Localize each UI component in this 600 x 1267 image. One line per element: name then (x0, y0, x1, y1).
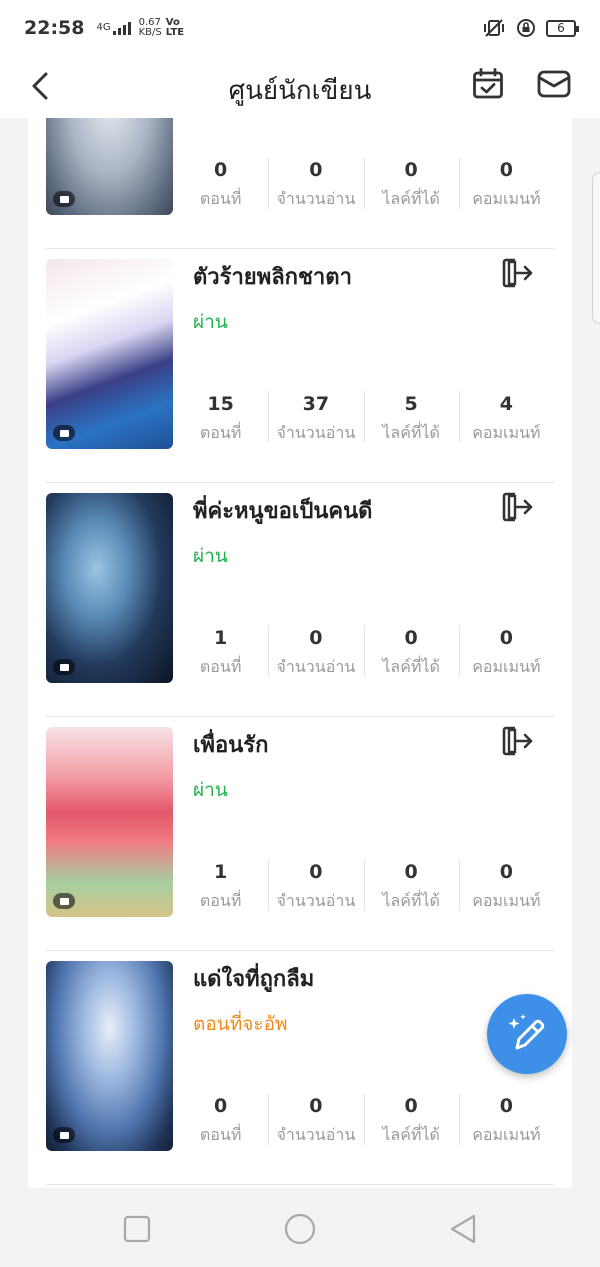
stat-episodes: 0 ตอนที่ (199, 159, 242, 208)
calendar-button[interactable] (470, 66, 506, 102)
rotation-lock-icon (517, 19, 535, 37)
stat-reads: 0 จำนวนอ่าน (268, 857, 363, 917)
app-header: ศูนย์นักเขียน (0, 56, 600, 118)
logout-icon (502, 492, 533, 522)
book-status: ผ่าน (193, 779, 228, 801)
header-actions (470, 66, 572, 102)
book-status: ผ่าน (193, 311, 228, 333)
book-item[interactable]: 0 ตอนที่ 0 จำนวนอ่าน 0 ไลค์ที่ได้ 0 คอมเ… (46, 118, 554, 249)
book-stats: 1 ตอนที่ 0 จำนวนอ่าน 0 ไลค์ที่ได้ 0 คอมเ… (173, 623, 554, 683)
stat-likes: 5 ไลค์ที่ได้ (363, 389, 459, 449)
book-status: ตอนที่จะอัพ (193, 1013, 288, 1035)
stat-episodes: 0 ตอนที่ (199, 1095, 242, 1144)
system-nav-bar (0, 1188, 600, 1267)
scroll-indicator[interactable] (592, 172, 600, 324)
exit-button[interactable] (501, 724, 535, 758)
mail-button[interactable] (536, 66, 572, 102)
exit-button[interactable] (501, 490, 535, 524)
stat-likes: 0 ไลค์ที่ได้ (363, 623, 459, 683)
stat-episodes: 15 ตอนที่ (199, 393, 242, 442)
write-fab-button[interactable] (487, 994, 567, 1074)
comment-icon (53, 425, 75, 441)
comment-icon (53, 659, 75, 675)
stat-comments: 0 คอมเมนท์ (458, 155, 554, 215)
nav-back-button[interactable] (446, 1212, 480, 1246)
book-title: แด่ใจที่ถูกลืม (193, 967, 315, 992)
triangle-back-icon (450, 1214, 476, 1244)
stat-reads: 0 จำนวนอ่าน (268, 1091, 363, 1151)
stat-likes: 0 ไลค์ที่ได้ (363, 857, 459, 917)
book-item[interactable]: แด่ใจที่ถูกลืม ตอนที่จะอัพ 0 ตอนที่ 0 จำ… (46, 951, 554, 1185)
stat-comments: 0 คอมเมนท์ (458, 857, 554, 917)
chevron-left-icon (32, 72, 48, 100)
book-stats: 15 ตอนที่ 37 จำนวนอ่าน 5 ไลค์ที่ได้ 4 คอ… (173, 389, 554, 449)
status-time: 22:58 (24, 17, 85, 39)
book-stats: 1 ตอนที่ 0 จำนวนอ่าน 0 ไลค์ที่ได้ 0 คอมเ… (173, 857, 554, 917)
pencil-sparkle-icon (508, 1014, 545, 1050)
volte-indicator: Vo LTE (165, 17, 185, 38)
book-item[interactable]: พี่ค่ะหนูขอเป็นคนดี ผ่าน 1 ตอนที่ 0 จำนว… (46, 483, 554, 717)
book-title: ตัวร้ายพลิกชาตา (193, 265, 352, 290)
book-cover (46, 118, 173, 215)
stat-episodes: 1 ตอนที่ (199, 861, 242, 910)
book-title: พี่ค่ะหนูขอเป็นคนดี (193, 499, 373, 524)
battery-icon: 6 (546, 19, 579, 37)
logout-icon (502, 726, 533, 756)
stat-episodes: 1 ตอนที่ (199, 627, 242, 676)
comment-icon (53, 1127, 75, 1143)
home-button[interactable] (283, 1212, 317, 1246)
book-cover (46, 259, 173, 449)
book-cover (46, 961, 173, 1151)
stat-reads: 0 จำนวนอ่าน (268, 155, 363, 215)
exit-button[interactable] (501, 256, 535, 290)
stat-reads: 37 จำนวนอ่าน (268, 389, 363, 449)
book-stats: 0 ตอนที่ 0 จำนวนอ่าน 0 ไลค์ที่ได้ 0 คอมเ… (173, 1091, 554, 1151)
logout-icon (502, 258, 533, 288)
stat-likes: 0 ไลค์ที่ได้ (363, 1091, 459, 1151)
book-title: เพื่อนรัก (193, 733, 269, 758)
stat-comments: 0 คอมเมนท์ (458, 1091, 554, 1151)
book-cover (46, 727, 173, 917)
book-cover (46, 493, 173, 683)
vibrate-icon (484, 19, 504, 37)
book-item[interactable]: ตัวร้ายพลิกชาตา ผ่าน 15 ตอนที่ 37 จำนวนอ… (46, 249, 554, 483)
stat-comments: 0 คอมเมนท์ (458, 623, 554, 683)
book-status: ผ่าน (193, 545, 228, 567)
status-bar: 22:58 4G 0.67 KB/S Vo LTE 6 (0, 0, 600, 56)
book-item[interactable]: เพื่อนรัก ผ่าน 1 ตอนที่ 0 จำนวนอ่าน 0 ไล… (46, 717, 554, 951)
stat-likes: 0 ไลค์ที่ได้ (363, 155, 459, 215)
stat-comments: 4 คอมเมนท์ (458, 389, 554, 449)
data-speed: 0.67 KB/S (138, 17, 162, 38)
comment-icon (53, 191, 75, 207)
circle-icon (284, 1213, 316, 1245)
stat-reads: 0 จำนวนอ่าน (268, 623, 363, 683)
square-icon (123, 1215, 151, 1243)
status-right: 6 (482, 18, 579, 38)
book-stats: 0 ตอนที่ 0 จำนวนอ่าน 0 ไลค์ที่ได้ 0 คอมเ… (173, 155, 554, 215)
back-button[interactable] (22, 66, 58, 106)
mail-icon (537, 70, 571, 98)
recents-button[interactable] (120, 1212, 154, 1246)
calendar-check-icon (473, 68, 503, 99)
comment-icon (53, 893, 75, 909)
network-type: 4G (96, 22, 111, 33)
signal-icon (112, 21, 131, 35)
